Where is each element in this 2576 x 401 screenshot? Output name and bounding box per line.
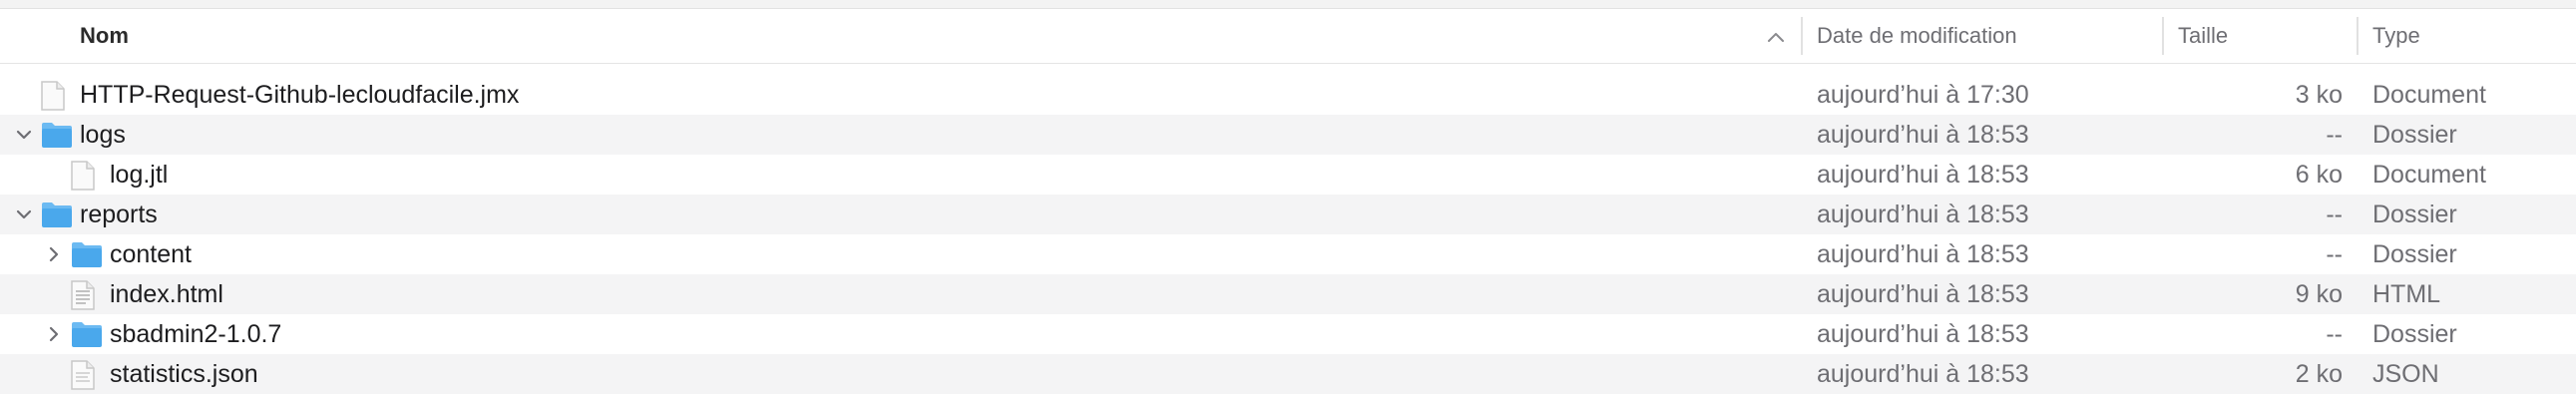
json-document-icon bbox=[70, 359, 96, 398]
file-size: 3 ko bbox=[2295, 81, 2343, 109]
file-row[interactable]: index.html aujourd’hui à 18:53 9 ko HTML bbox=[0, 274, 2576, 314]
modified-date: aujourd’hui à 18:53 bbox=[1817, 161, 2029, 189]
file-name[interactable]: statistics.json bbox=[110, 354, 258, 394]
file-name[interactable]: log.jtl bbox=[110, 155, 168, 195]
file-row[interactable]: content aujourd’hui à 18:53 -- Dossier bbox=[0, 234, 2576, 274]
file-size: 9 ko bbox=[2295, 280, 2343, 308]
file-type: Dossier bbox=[2372, 200, 2457, 228]
file-size: -- bbox=[2326, 320, 2343, 348]
chevron-down-icon[interactable] bbox=[13, 203, 35, 225]
modified-date: aujourd’hui à 18:53 bbox=[1817, 121, 2029, 149]
file-name[interactable]: index.html bbox=[110, 274, 223, 314]
window-top-strip bbox=[0, 0, 2576, 9]
column-header: Nom Date de modification Taille Type bbox=[0, 9, 2576, 64]
column-header-type[interactable]: Type bbox=[2372, 9, 2420, 63]
file-type: Dossier bbox=[2372, 240, 2457, 268]
folder-icon bbox=[40, 200, 74, 236]
html-document-icon bbox=[70, 279, 96, 318]
document-icon bbox=[70, 160, 96, 199]
column-divider[interactable] bbox=[1801, 17, 1803, 55]
chevron-right-icon[interactable] bbox=[43, 323, 65, 345]
file-row[interactable]: reports aujourd’hui à 18:53 -- Dossier bbox=[0, 195, 2576, 234]
file-size: -- bbox=[2326, 121, 2343, 149]
file-type: Dossier bbox=[2372, 320, 2457, 348]
folder-icon bbox=[40, 120, 74, 157]
modified-date: aujourd’hui à 18:53 bbox=[1817, 360, 2029, 388]
modified-date: aujourd’hui à 18:53 bbox=[1817, 280, 2029, 308]
file-name[interactable]: HTTP-Request-Github-lecloudfacile.jmx bbox=[80, 75, 519, 115]
sort-ascending-icon[interactable] bbox=[1766, 31, 1786, 43]
column-divider[interactable] bbox=[2162, 17, 2164, 55]
file-name[interactable]: sbadmin2-1.0.7 bbox=[110, 314, 281, 354]
file-size: 6 ko bbox=[2295, 161, 2343, 189]
column-divider[interactable] bbox=[2357, 17, 2359, 55]
file-name[interactable]: logs bbox=[80, 115, 126, 155]
file-type: Dossier bbox=[2372, 121, 2457, 149]
file-type: Document bbox=[2372, 161, 2486, 189]
file-type: HTML bbox=[2372, 280, 2441, 308]
document-icon bbox=[40, 80, 66, 119]
file-name[interactable]: reports bbox=[80, 195, 158, 234]
modified-date: aujourd’hui à 18:53 bbox=[1817, 240, 2029, 268]
column-header-name[interactable]: Nom bbox=[80, 9, 129, 63]
file-row[interactable]: sbadmin2-1.0.7 aujourd’hui à 18:53 -- Dossi… bbox=[0, 314, 2576, 354]
file-size: 2 ko bbox=[2295, 360, 2343, 388]
column-header-date[interactable]: Date de modification bbox=[1817, 9, 2017, 63]
file-name[interactable]: content bbox=[110, 234, 192, 274]
file-list: HTTP-Request-Github-lecloudfacile.jmx auj… bbox=[0, 75, 2576, 394]
file-row[interactable]: log.jtl aujourd’hui à 18:53 6 ko Document bbox=[0, 155, 2576, 195]
file-type: JSON bbox=[2372, 360, 2439, 388]
chevron-right-icon[interactable] bbox=[43, 243, 65, 265]
file-type: Document bbox=[2372, 81, 2486, 109]
file-row[interactable]: HTTP-Request-Github-lecloudfacile.jmx auj… bbox=[0, 75, 2576, 115]
folder-icon bbox=[70, 319, 104, 356]
file-row[interactable]: statistics.json aujourd’hui à 18:53 2 ko JS… bbox=[0, 354, 2576, 394]
modified-date: aujourd’hui à 17:30 bbox=[1817, 81, 2029, 109]
file-size: -- bbox=[2326, 200, 2343, 228]
modified-date: aujourd’hui à 18:53 bbox=[1817, 320, 2029, 348]
column-header-size[interactable]: Taille bbox=[2178, 9, 2228, 63]
modified-date: aujourd’hui à 18:53 bbox=[1817, 200, 2029, 228]
file-row[interactable]: logs aujourd’hui à 18:53 -- Dossier bbox=[0, 115, 2576, 155]
chevron-down-icon[interactable] bbox=[13, 124, 35, 146]
file-size: -- bbox=[2326, 240, 2343, 268]
folder-icon bbox=[70, 239, 104, 276]
